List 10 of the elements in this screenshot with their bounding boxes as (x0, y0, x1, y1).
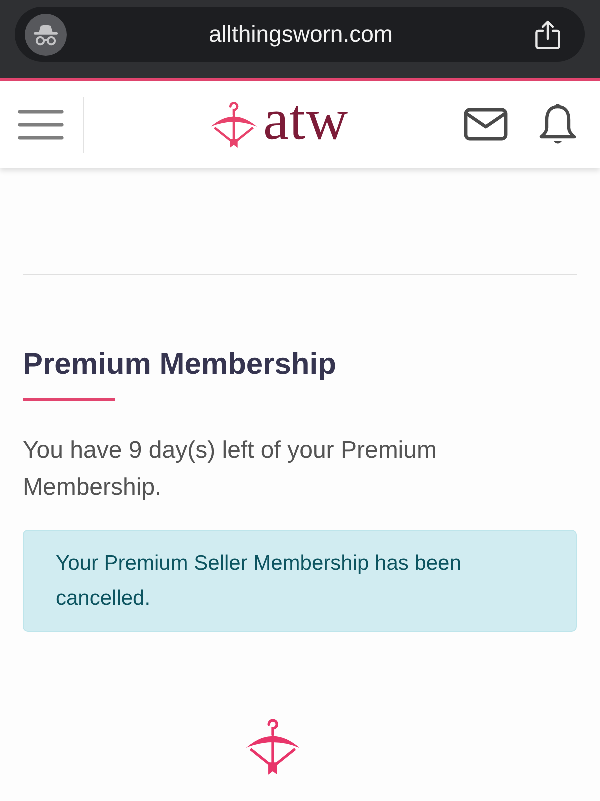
menu-button[interactable] (18, 108, 64, 140)
site-logo[interactable]: atw (209, 100, 349, 148)
membership-days-text: You have 9 day(s) left of your Premium Membership. (23, 436, 438, 503)
cancellation-alert: Your Premium Seller Membership has been cancelled. (23, 530, 577, 632)
section-heading: Premium Membership (23, 347, 338, 382)
notification-bell-icon[interactable] (539, 102, 577, 146)
mail-icon[interactable] (464, 108, 508, 141)
hanger-logo-icon (245, 718, 301, 776)
incognito-icon[interactable] (25, 14, 67, 56)
share-icon[interactable] (535, 20, 561, 50)
